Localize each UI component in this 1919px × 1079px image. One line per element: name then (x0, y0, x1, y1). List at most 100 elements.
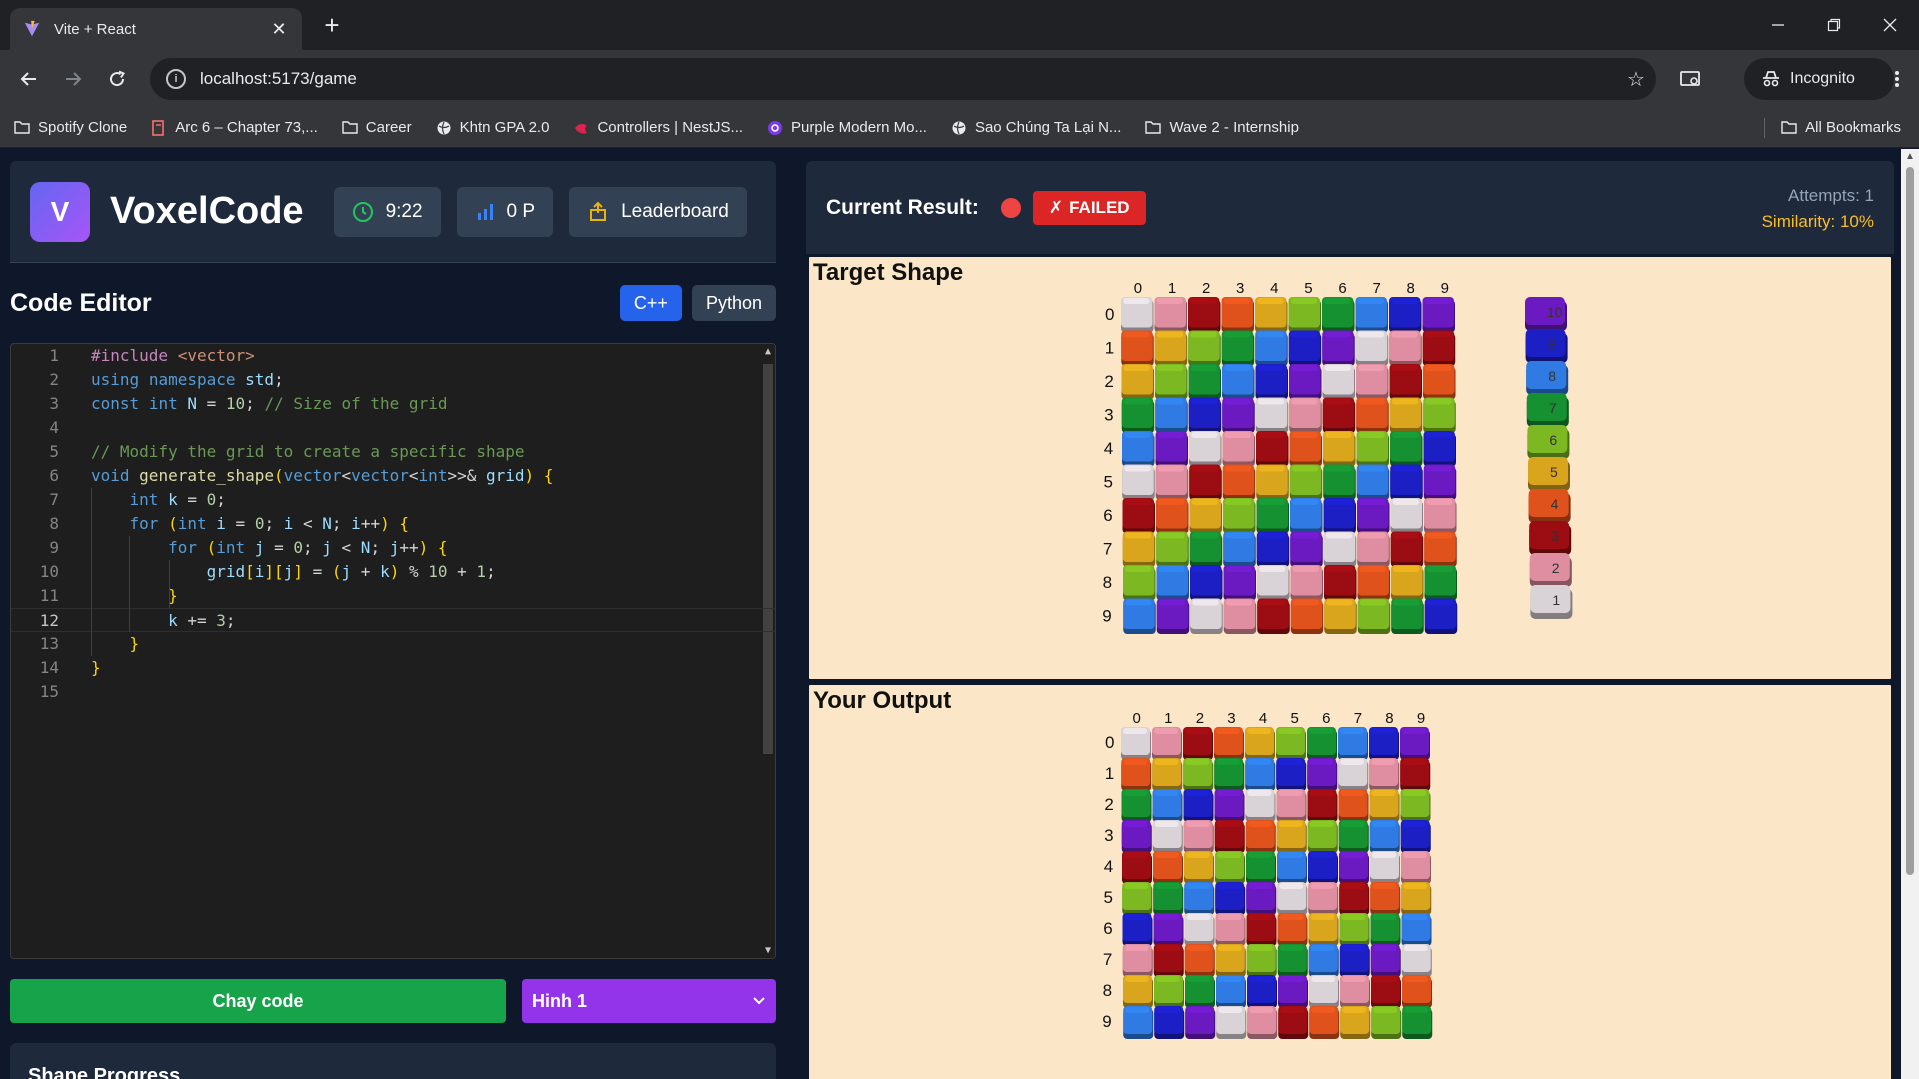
code-editor[interactable]: ▲ ▼ 1 #include <vector> 2 using namespace s… (10, 343, 776, 959)
forward-arrow-icon[interactable] (56, 62, 90, 96)
voxel-cube (1152, 789, 1183, 822)
page-scroll-thumb[interactable] (1906, 167, 1914, 875)
voxel-cube (1246, 882, 1277, 915)
restore-icon[interactable] (1806, 0, 1862, 50)
bookmarks-bar: Spotify Clone Arc 6 – Chapter 73,... Caree… (0, 108, 1919, 148)
back-arrow-icon[interactable] (12, 62, 46, 96)
target-voxel-grid: 0 1 2 3 4 5 6 7 8 9 0 1 2 3 4 5 6 7 8 9 (1102, 280, 1458, 634)
shape-select[interactable]: Hinh 1 (522, 979, 776, 1023)
code-line[interactable]: 6 void generate_shape(vector<vector<int>>… (11, 464, 775, 488)
row-label: 4 (1104, 857, 1113, 876)
line-number: 10 (39, 562, 59, 581)
run-code-button[interactable]: Chay code (10, 979, 506, 1023)
code-line[interactable]: 2 using namespace std; (11, 368, 775, 392)
code-line[interactable]: 9 for (int j = 0; j < N; j++) { (11, 536, 775, 560)
bookmark-item[interactable]: Career (342, 119, 412, 136)
code-line[interactable]: 12 k += 3; (11, 608, 775, 632)
code-line[interactable]: 1 #include <vector> (11, 344, 775, 368)
code-line[interactable]: 14} (11, 656, 775, 680)
voxel-cube (1402, 975, 1432, 1008)
column-label: 1 (1168, 280, 1176, 297)
legend-cube: 2 (1529, 553, 1572, 587)
legend-label: 2 (1552, 560, 1560, 576)
minimize-icon[interactable] (1750, 0, 1806, 50)
incognito-indicator[interactable]: Incognito (1744, 58, 1894, 100)
bookmark-item[interactable]: Wave 2 - Internship (1145, 119, 1299, 136)
incognito-icon (1763, 71, 1779, 87)
code-line[interactable]: 3 const int N = 10; // Size of the grid (11, 392, 775, 416)
page-scrollbar[interactable]: ▲ (1901, 149, 1919, 1079)
bookmark-item[interactable]: Spotify Clone (14, 119, 127, 136)
voxel-cube (1153, 882, 1184, 915)
kebab-menu-icon[interactable] (1880, 62, 1914, 96)
voxel-cube (1121, 727, 1151, 760)
bookmark-star-icon[interactable]: ☆ (1616, 67, 1656, 92)
tab-close-icon[interactable]: ✕ (268, 19, 290, 40)
bookmark-item[interactable]: Controllers | NestJS... (573, 119, 743, 136)
attempts-text: Attempts: 1 (1788, 186, 1874, 205)
voxel-cube (1256, 531, 1290, 567)
voxel-cube (1155, 464, 1189, 500)
voxel-cube (1183, 820, 1214, 853)
code-line[interactable]: 4 (11, 416, 775, 440)
lang-cpp-button[interactable]: C++ (619, 285, 682, 321)
indent-guide (129, 536, 130, 632)
voxel-cube (1356, 464, 1390, 500)
voxel-cube (1340, 975, 1370, 1008)
voxel-cube (1184, 882, 1215, 915)
incognito-label: Incognito (1790, 70, 1855, 87)
clock-icon (352, 201, 373, 222)
voxel-cube (1185, 1006, 1216, 1039)
row-label: 7 (1103, 539, 1112, 558)
all-bookmarks-button[interactable]: All Bookmarks (1781, 119, 1901, 136)
row-label: 0 (1105, 305, 1114, 324)
voxel-cube (1155, 431, 1188, 467)
bookmark-label: Spotify Clone (38, 119, 128, 136)
legend-cube: 1 (1530, 585, 1573, 619)
scroll-down-icon[interactable]: ▼ (761, 945, 775, 956)
site-info-icon[interactable]: i (166, 69, 186, 89)
leaderboard-button[interactable]: Leaderboard (569, 186, 747, 237)
voxel-cube (1190, 598, 1223, 634)
voxel-cube (1277, 851, 1307, 884)
voxel-cube (1276, 789, 1307, 822)
voxel-cube (1246, 944, 1277, 977)
browser-tab[interactable]: Vite + React ✕ (10, 8, 302, 50)
bookmark-label: Sao Chúng Ta Lại N... (974, 119, 1122, 136)
code-line[interactable]: 15 (11, 680, 775, 704)
address-bar[interactable]: i localhost:5173/game ☆ (150, 58, 1656, 100)
new-tab-icon[interactable]: + (316, 10, 348, 42)
voxel-cube (1188, 397, 1222, 433)
points-badge: 0 P (456, 186, 554, 237)
line-number: 9 (49, 538, 59, 557)
bookmark-item[interactable]: Arc 6 – Chapter 73,... (151, 119, 318, 136)
voxel-cube (1423, 364, 1456, 400)
code-line[interactable]: 11 } (11, 584, 775, 608)
voxel-cube (1339, 913, 1370, 946)
voxel-cube (1357, 565, 1390, 601)
code-text: k += 3; (168, 611, 236, 630)
column-label: 7 (1372, 280, 1380, 297)
lang-python-button[interactable]: Python (691, 285, 776, 321)
code-line[interactable]: 8 for (int i = 0; i < N; i++) { (11, 512, 775, 536)
indent-guide (91, 488, 92, 656)
bookmark-item[interactable]: Purple Modern Mo... (767, 119, 927, 136)
line-number: 3 (49, 394, 59, 413)
code-line[interactable]: 7 int k = 0; (11, 488, 775, 512)
code-line[interactable]: 5 // Modify the grid to create a specific… (11, 440, 775, 464)
reload-icon[interactable] (100, 62, 134, 96)
bookmark-item[interactable]: Sao Chúng Ta Lại N... (951, 119, 1121, 136)
cast-icon[interactable] (1674, 62, 1708, 96)
voxel-cube (1389, 297, 1422, 333)
close-window-icon[interactable] (1862, 0, 1918, 50)
column-label: 2 (1196, 710, 1204, 727)
voxel-cube (1153, 851, 1183, 884)
code-line[interactable]: 10 grid[i][j] = (j + k) % 10 + 1; (11, 560, 775, 584)
voxel-cube (1214, 820, 1245, 853)
code-line[interactable]: 13 } (11, 632, 775, 656)
shape-select-value: Hinh 1 (532, 990, 588, 1011)
page-scroll-up-icon[interactable]: ▲ (1901, 151, 1919, 162)
voxel-cube (1122, 851, 1152, 884)
legend-label: 7 (1549, 400, 1557, 416)
bookmark-item[interactable]: Khtn GPA 2.0 (436, 119, 549, 136)
